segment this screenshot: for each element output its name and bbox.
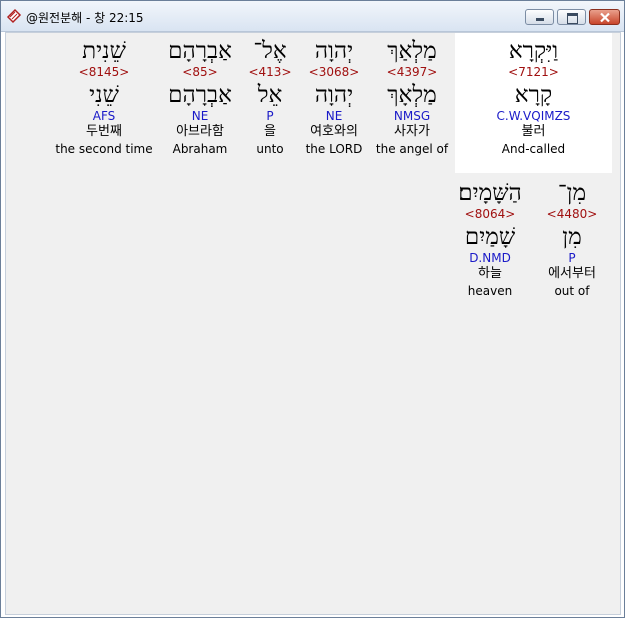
morphology-code: C.W.VQIMZS	[496, 109, 571, 123]
hebrew-lemma: שָׁמַיִם	[464, 224, 516, 250]
strong-number[interactable]: <4397>	[372, 65, 452, 79]
strong-number[interactable]: <8064>	[448, 207, 532, 221]
close-icon	[600, 12, 610, 23]
hebrew-lemma: יְהוָה	[314, 82, 354, 108]
word-cell[interactable]: אַבְרָהָם <85> אַבְרָהָם NE 아브라함 Abraham	[158, 33, 242, 157]
korean-gloss: 하늘	[478, 266, 502, 281]
morphology-code: D.NMD	[469, 251, 511, 265]
word-cell[interactable]: הַשָּׁמָיִם׃ <8064> שָׁמַיִם D.NMD 하늘 he…	[448, 175, 532, 299]
korean-gloss: 에서부터	[548, 266, 596, 281]
strong-number[interactable]: <4480>	[534, 207, 610, 221]
english-gloss: unto	[256, 142, 284, 156]
hebrew-lemma: קָרָא	[514, 82, 553, 108]
hebrew-lemma: מִן	[562, 224, 582, 250]
morphology-code: AFS	[92, 109, 116, 123]
morphology-code: NMSG	[393, 109, 431, 123]
strong-number[interactable]: <8145>	[52, 65, 156, 79]
close-button[interactable]	[589, 9, 620, 25]
word-cell[interactable]: שֵׁנִית <8145> שֵׁנִי AFS 두번째 the second…	[52, 33, 156, 157]
hebrew-word: וַיִּקְרָא	[508, 38, 559, 64]
hebrew-word: יְהוָה	[314, 38, 354, 64]
hebrew-lemma: שֵׁנִי	[89, 82, 119, 108]
morphology-code: P	[568, 251, 576, 265]
english-gloss: the second time	[55, 142, 153, 156]
english-gloss: out of	[554, 284, 590, 298]
korean-gloss: 아브라함	[176, 124, 224, 139]
hebrew-word: מִן־	[557, 180, 587, 206]
interlinear-panel: וַיִּקְרָא <7121> קָרָא C.W.VQIMZS 불러 An…	[5, 32, 621, 615]
word-cell[interactable]: מַלְאַךְ <4397> מַלְאָךְ NMSG 사자가 the an…	[372, 33, 452, 157]
english-gloss: heaven	[467, 284, 513, 298]
hebrew-word: אֶל־	[253, 38, 287, 64]
strong-number[interactable]: <7121>	[455, 65, 612, 79]
english-gloss: Abraham	[172, 142, 228, 156]
hebrew-lemma: אַבְרָהָם	[168, 82, 232, 108]
strong-number[interactable]: <85>	[158, 65, 242, 79]
hebrew-word: שֵׁנִית	[82, 38, 126, 64]
korean-gloss: 을	[264, 124, 276, 139]
strong-number[interactable]: <3068>	[298, 65, 370, 79]
korean-gloss: 불러	[521, 124, 546, 139]
korean-gloss: 사자가	[394, 124, 430, 139]
minimize-button[interactable]	[525, 9, 554, 25]
window-title: @원전분해 - 창 22:15	[26, 11, 144, 25]
bible-book-icon[interactable]	[6, 8, 22, 24]
morphology-code: NE	[325, 109, 343, 123]
hebrew-lemma: מַלְאָךְ	[387, 82, 437, 108]
title-bar[interactable]: @원전분해 - 창 22:15	[1, 1, 624, 32]
morphology-code: P	[266, 109, 274, 123]
english-gloss: the LORD	[305, 142, 363, 156]
korean-gloss: 여호와의	[310, 124, 358, 139]
word-cell[interactable]: מִן־ <4480> מִן P 에서부터 out of	[534, 175, 610, 299]
strong-number[interactable]: <413>	[246, 65, 294, 79]
english-gloss: And-called	[501, 142, 566, 156]
korean-gloss: 두번째	[86, 124, 122, 139]
hebrew-lemma: אֵל	[257, 82, 283, 108]
app-window: @원전분해 - 창 22:15 וַיִּקְרָא <7121> קָרָא …	[0, 0, 625, 618]
word-cell[interactable]: וַיִּקְרָא <7121> קָרָא C.W.VQIMZS 불러 An…	[455, 33, 612, 173]
word-cell[interactable]: יְהוָה <3068> יְהוָה NE 여호와의 the LORD	[298, 33, 370, 157]
hebrew-word: אַבְרָהָם	[168, 38, 232, 64]
english-gloss: the angel of	[375, 142, 449, 156]
maximize-button[interactable]	[557, 9, 586, 25]
word-cell[interactable]: אֶל־ <413> אֵל P 을 unto	[246, 33, 294, 157]
morphology-code: NE	[191, 109, 209, 123]
hebrew-word: מַלְאַךְ	[387, 38, 437, 64]
hebrew-word: הַשָּׁמָיִם׃	[458, 180, 522, 206]
